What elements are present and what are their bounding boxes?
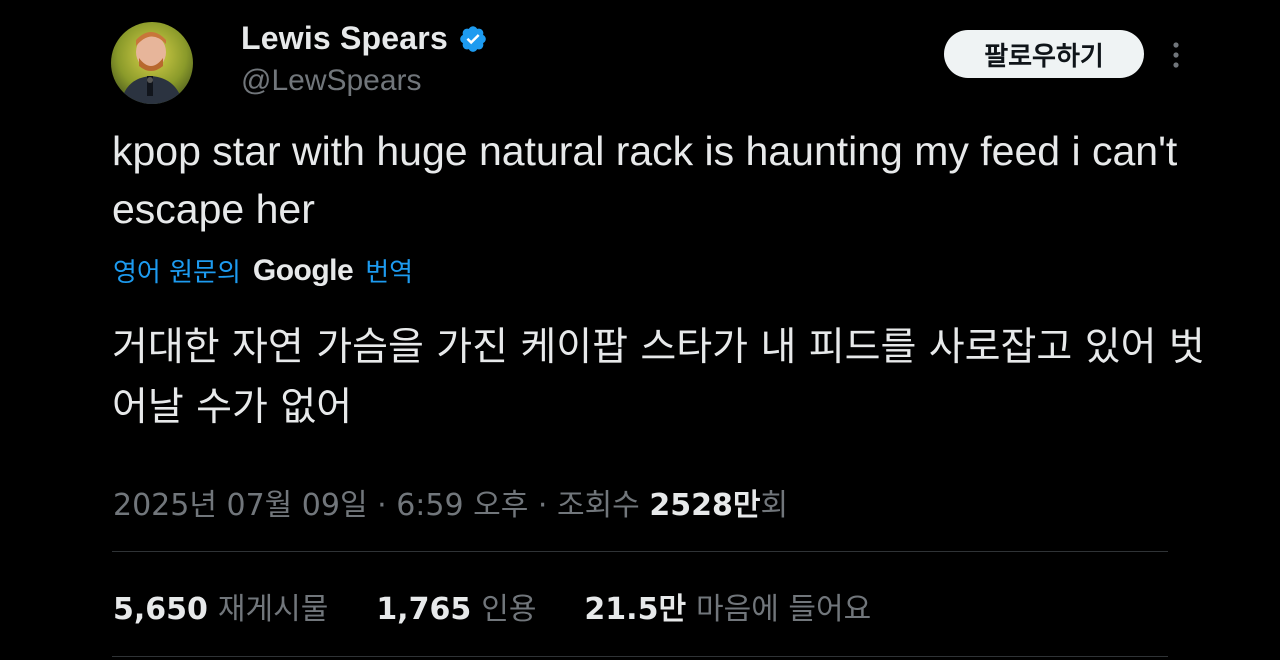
author-display-name: Lewis Spears: [241, 20, 448, 56]
views-suffix: 회: [760, 488, 789, 523]
likes-label: 마음에 들어요: [696, 592, 872, 627]
avatar[interactable]: [111, 22, 193, 104]
divider: [112, 551, 1168, 552]
quotes-label: 인용: [481, 592, 537, 627]
engagement-stats: 5,650 재게시물 1,765 인용 21.5만 마음에 들어요: [113, 584, 919, 628]
tweet-date[interactable]: 2025년 07월 09일: [113, 488, 368, 523]
translation-attribution[interactable]: 영어 원문의 Google 번역: [113, 252, 413, 289]
likes-count: 21.5만: [584, 592, 687, 627]
meta-separator: ·: [537, 488, 548, 523]
meta-separator: ·: [377, 488, 387, 523]
follow-button[interactable]: 팔로우하기: [944, 30, 1144, 78]
tweet-meta: 2025년 07월 09일 · 6:59 오후 · 조회수 2528만회: [113, 480, 788, 524]
author-name-row[interactable]: Lewis Spears: [241, 20, 488, 57]
translated-text: 거대한 자연 가슴을 가진 케이팝 스타가 내 피드를 사로잡고 있어 벗어날 …: [112, 325, 1205, 430]
tweet-time[interactable]: 6:59 오후: [396, 488, 528, 523]
views-label: 조회수: [556, 488, 640, 523]
profile-photo-icon: [111, 22, 193, 104]
reposts-count: 5,650: [113, 592, 208, 627]
stat-reposts[interactable]: 5,650 재게시물: [113, 584, 328, 628]
reposts-label: 재게시물: [217, 592, 329, 627]
translate-prefix: 영어 원문의: [113, 258, 241, 288]
google-logo: Google: [252, 253, 354, 287]
stat-quotes[interactable]: 1,765 인용: [376, 584, 536, 628]
verified-badge-icon: [460, 25, 486, 52]
translate-suffix: 번역: [365, 258, 414, 288]
author-handle[interactable]: @LewSpears: [241, 64, 422, 98]
views-count: 2528만: [649, 488, 761, 523]
stat-likes[interactable]: 21.5만 마음에 들어요: [584, 584, 871, 628]
tweet-text: kpop star with huge natural rack is haun…: [112, 128, 1178, 232]
more-vertical-icon[interactable]: [1164, 38, 1188, 72]
quotes-count: 1,765: [376, 592, 472, 627]
tweet-detail: Lewis Spears @LewSpears 팔로우하기 kpop star …: [0, 0, 1280, 660]
divider-bottom: [112, 656, 1168, 657]
